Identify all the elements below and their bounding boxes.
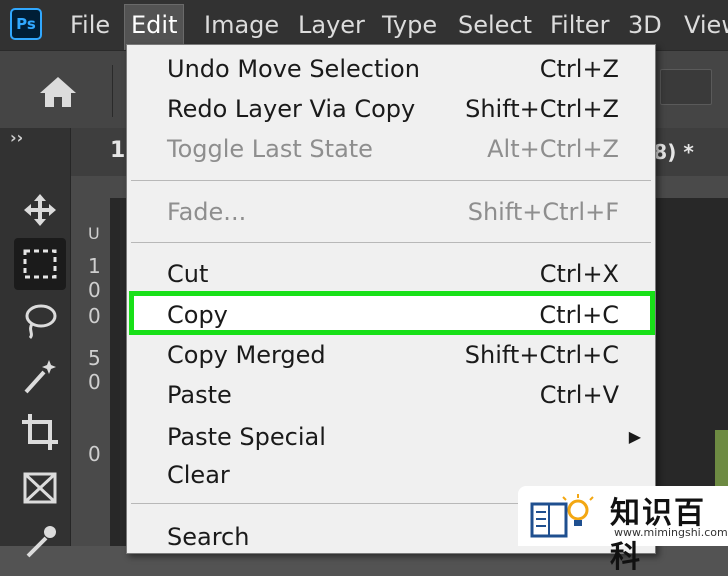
ruler-tick: 0 — [88, 278, 101, 302]
menu-item-shortcut: Shift+Ctrl+Z — [465, 95, 619, 123]
menu-item-label: Undo Move Selection — [167, 55, 420, 83]
menu-3d[interactable]: 3D — [628, 0, 662, 50]
menu-separator — [131, 180, 651, 181]
menu-item-fade[interactable]: Fade... Shift+Ctrl+F — [167, 192, 637, 232]
watermark-url: www.mimingshi.com — [614, 526, 728, 539]
menu-item-toggle-last-state[interactable]: Toggle Last State Alt+Ctrl+Z — [167, 129, 637, 169]
menu-item-label: Clear — [167, 461, 230, 489]
book-lightbulb-icon — [530, 494, 594, 538]
menu-item-shortcut: Ctrl+V — [539, 381, 619, 409]
watermark-badge: 知识百科 www.mimingshi.com — [518, 486, 728, 575]
menu-image[interactable]: Image — [204, 0, 279, 50]
menu-layer[interactable]: Layer — [298, 0, 365, 50]
magic-wand-tool-icon[interactable] — [14, 350, 66, 402]
menu-item-paste[interactable]: Paste Ctrl+V — [167, 375, 637, 415]
ruler-tick: 0 — [88, 304, 101, 328]
submenu-arrow-icon: ▶ — [628, 427, 641, 446]
menu-item-label: Search — [167, 523, 250, 551]
edit-menu-dropdown: Undo Move Selection Ctrl+Z Redo Layer Vi… — [126, 44, 656, 554]
menu-bar: Ps File Edit Image Layer Type Select Fil… — [0, 0, 728, 50]
menu-item-copy[interactable]: Copy Ctrl+C — [167, 295, 637, 335]
ruler-tick: 0 — [88, 370, 101, 394]
frame-tool-icon[interactable] — [14, 462, 66, 514]
menu-type[interactable]: Type — [382, 0, 437, 50]
menu-item-undo[interactable]: Undo Move Selection Ctrl+Z — [167, 49, 637, 89]
home-icon[interactable] — [38, 75, 78, 109]
eyedropper-tool-icon[interactable] — [14, 516, 66, 568]
menu-item-label: Copy Merged — [167, 341, 326, 369]
menu-item-cut[interactable]: Cut Ctrl+X — [167, 254, 637, 294]
menu-item-label: Redo Layer Via Copy — [167, 95, 416, 123]
menu-item-shortcut: Ctrl+X — [539, 260, 619, 288]
options-field[interactable] — [660, 69, 712, 105]
ruler-tick: 0 — [88, 442, 101, 466]
menu-item-shortcut: Ctrl+C — [539, 301, 619, 329]
move-tool-icon[interactable] — [14, 184, 66, 236]
ruler-left: U 1 0 0 5 0 0 — [70, 198, 111, 546]
menu-view[interactable]: View — [684, 0, 728, 50]
menu-item-paste-special[interactable]: Paste Special ▶ — [167, 417, 641, 457]
menu-filter[interactable]: Filter — [550, 0, 609, 50]
menu-item-copy-merged[interactable]: Copy Merged Shift+Ctrl+C — [167, 335, 637, 375]
menu-item-redo[interactable]: Redo Layer Via Copy Shift+Ctrl+Z — [167, 89, 637, 129]
menu-item-shortcut: Shift+Ctrl+C — [464, 341, 619, 369]
menu-file[interactable]: File — [70, 0, 110, 50]
menu-item-label: Copy — [167, 301, 228, 329]
collapse-panel-icon[interactable]: ›› — [10, 128, 23, 147]
menu-select[interactable]: Select — [458, 0, 532, 50]
menu-item-label: Fade... — [167, 198, 247, 226]
marquee-tool-icon[interactable] — [14, 238, 66, 290]
tools-panel: ›› — [0, 128, 71, 558]
ruler-label: U — [88, 224, 100, 243]
menu-separator — [131, 242, 651, 243]
ruler-tick: 5 — [88, 346, 101, 370]
crop-tool-icon[interactable] — [14, 406, 66, 458]
options-separator — [112, 65, 113, 117]
menu-item-shortcut: Shift+Ctrl+F — [467, 198, 619, 226]
menu-item-label: Cut — [167, 260, 209, 288]
lasso-tool-icon[interactable] — [14, 294, 66, 346]
ruler-tick: 1 — [88, 254, 101, 278]
menu-item-shortcut: Alt+Ctrl+Z — [487, 135, 619, 163]
menu-item-label: Toggle Last State — [167, 135, 373, 163]
menu-item-label: Paste — [167, 381, 232, 409]
menu-item-label: Paste Special — [167, 423, 326, 451]
menu-item-shortcut: Ctrl+Z — [539, 55, 619, 83]
photoshop-logo[interactable]: Ps — [10, 8, 42, 40]
